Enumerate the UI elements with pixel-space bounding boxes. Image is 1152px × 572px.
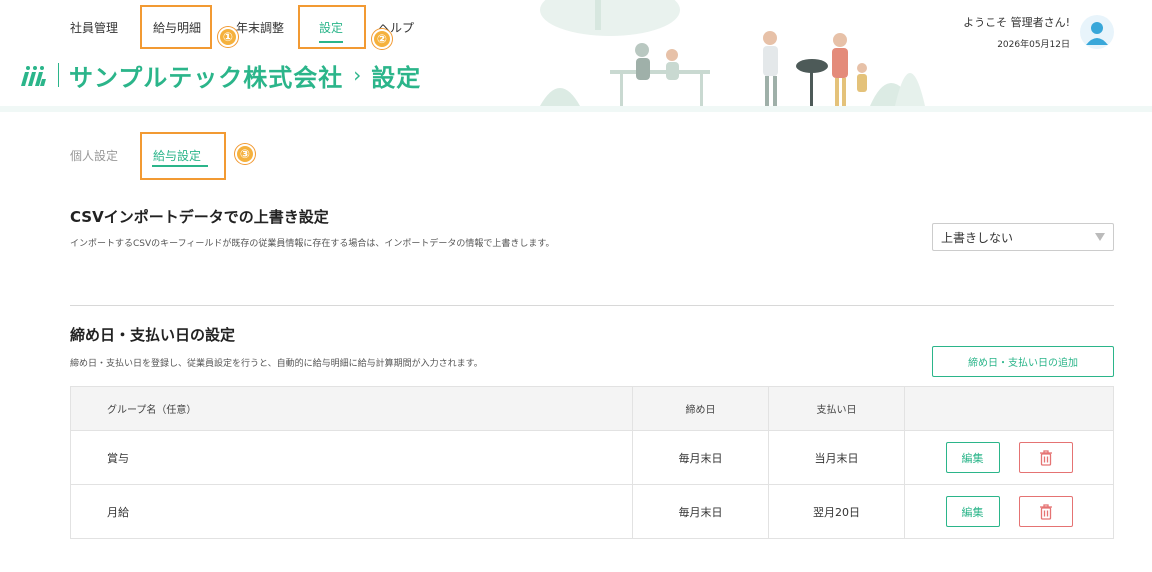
edit-button[interactable]: 編集 <box>945 496 1000 527</box>
row-payment-date: 翌月20日 <box>769 485 905 538</box>
company-logo-icon <box>18 62 48 88</box>
section-divider <box>70 305 1114 306</box>
table-row: 月給 毎月末日 翌月20日 編集 <box>71 484 1113 538</box>
header-closing-date: 締め日 <box>633 387 769 430</box>
csv-section-description: インポートするCSVのキーフィールドが既存の従業員情報に存在する場合は、インポー… <box>70 239 555 249</box>
breadcrumb-chevron-icon: › <box>353 63 362 87</box>
table-row: 賞与 毎月末日 当月末日 編集 <box>71 430 1113 484</box>
table-header-row: グループ名（任意） 締め日 支払い日 <box>71 387 1113 430</box>
callout-badge-2: ② <box>372 29 392 49</box>
trash-icon <box>1039 449 1052 466</box>
header-actions <box>905 387 1113 430</box>
closing-section-description: 締め日・支払い日を登録し、従業員設定を行うと、自動的に給与明細に給与計算期間が入… <box>70 359 483 369</box>
header-group-name: グループ名（任意） <box>71 387 633 430</box>
user-avatar-icon[interactable] <box>1080 15 1114 49</box>
delete-button[interactable] <box>1018 496 1073 527</box>
row-payment-date: 当月末日 <box>769 431 905 484</box>
header: 社員管理 給与明細 年末調整 設定 ヘルプ ① ② サンプルテック株式会社 › … <box>0 0 1152 112</box>
company-name: サンプルテック株式会社 <box>69 63 344 92</box>
user-info: ようこそ 管理者さん! 2026年05月12日 <box>963 14 1070 50</box>
trash-icon <box>1039 503 1052 520</box>
current-date: 2026年05月12日 <box>997 40 1070 50</box>
row-closing-date: 毎月末日 <box>633 485 769 538</box>
row-actions: 編集 <box>905 485 1113 538</box>
delete-button[interactable] <box>1018 442 1073 473</box>
row-group-name: 月給 <box>71 485 633 538</box>
overwrite-select-value: 上書きしない <box>941 231 1014 245</box>
add-closing-date-button[interactable]: 締め日・支払い日の追加 <box>932 346 1114 377</box>
active-tab-indicator <box>152 165 208 167</box>
header-divider <box>0 106 1152 112</box>
brand-separator <box>58 63 59 87</box>
welcome-text: ようこそ 管理者さん! <box>963 16 1070 29</box>
nav-item-settings[interactable]: 設定 <box>319 19 344 43</box>
row-group-name: 賞与 <box>71 431 633 484</box>
page-title: 設定 <box>371 63 422 92</box>
nav-item-payslip[interactable]: 給与明細 <box>153 19 201 36</box>
header-payment-date: 支払い日 <box>769 387 905 430</box>
tab-payroll-settings[interactable]: 給与設定 <box>153 147 201 164</box>
closing-section-title: 締め日・支払い日の設定 <box>70 326 236 344</box>
closing-date-table: グループ名（任意） 締め日 支払い日 賞与 毎月末日 当月末日 編集 月給 毎月… <box>70 386 1114 539</box>
callout-badge-3: ③ <box>235 144 255 164</box>
nav-item-year-end[interactable]: 年末調整 <box>236 19 284 36</box>
csv-section-title: CSVインポートデータでの上書き設定 <box>70 208 329 226</box>
overwrite-select[interactable]: 上書きしない <box>932 223 1114 251</box>
row-actions: 編集 <box>905 431 1113 484</box>
callout-badge-1: ① <box>218 27 238 47</box>
row-closing-date: 毎月末日 <box>633 431 769 484</box>
chevron-down-icon <box>1095 233 1105 241</box>
tab-personal-settings[interactable]: 個人設定 <box>70 147 118 164</box>
edit-button[interactable]: 編集 <box>945 442 1000 473</box>
brand: サンプルテック株式会社 › 設定 <box>18 58 421 92</box>
nav-item-employees[interactable]: 社員管理 <box>70 19 118 36</box>
header-illustration <box>540 0 930 106</box>
